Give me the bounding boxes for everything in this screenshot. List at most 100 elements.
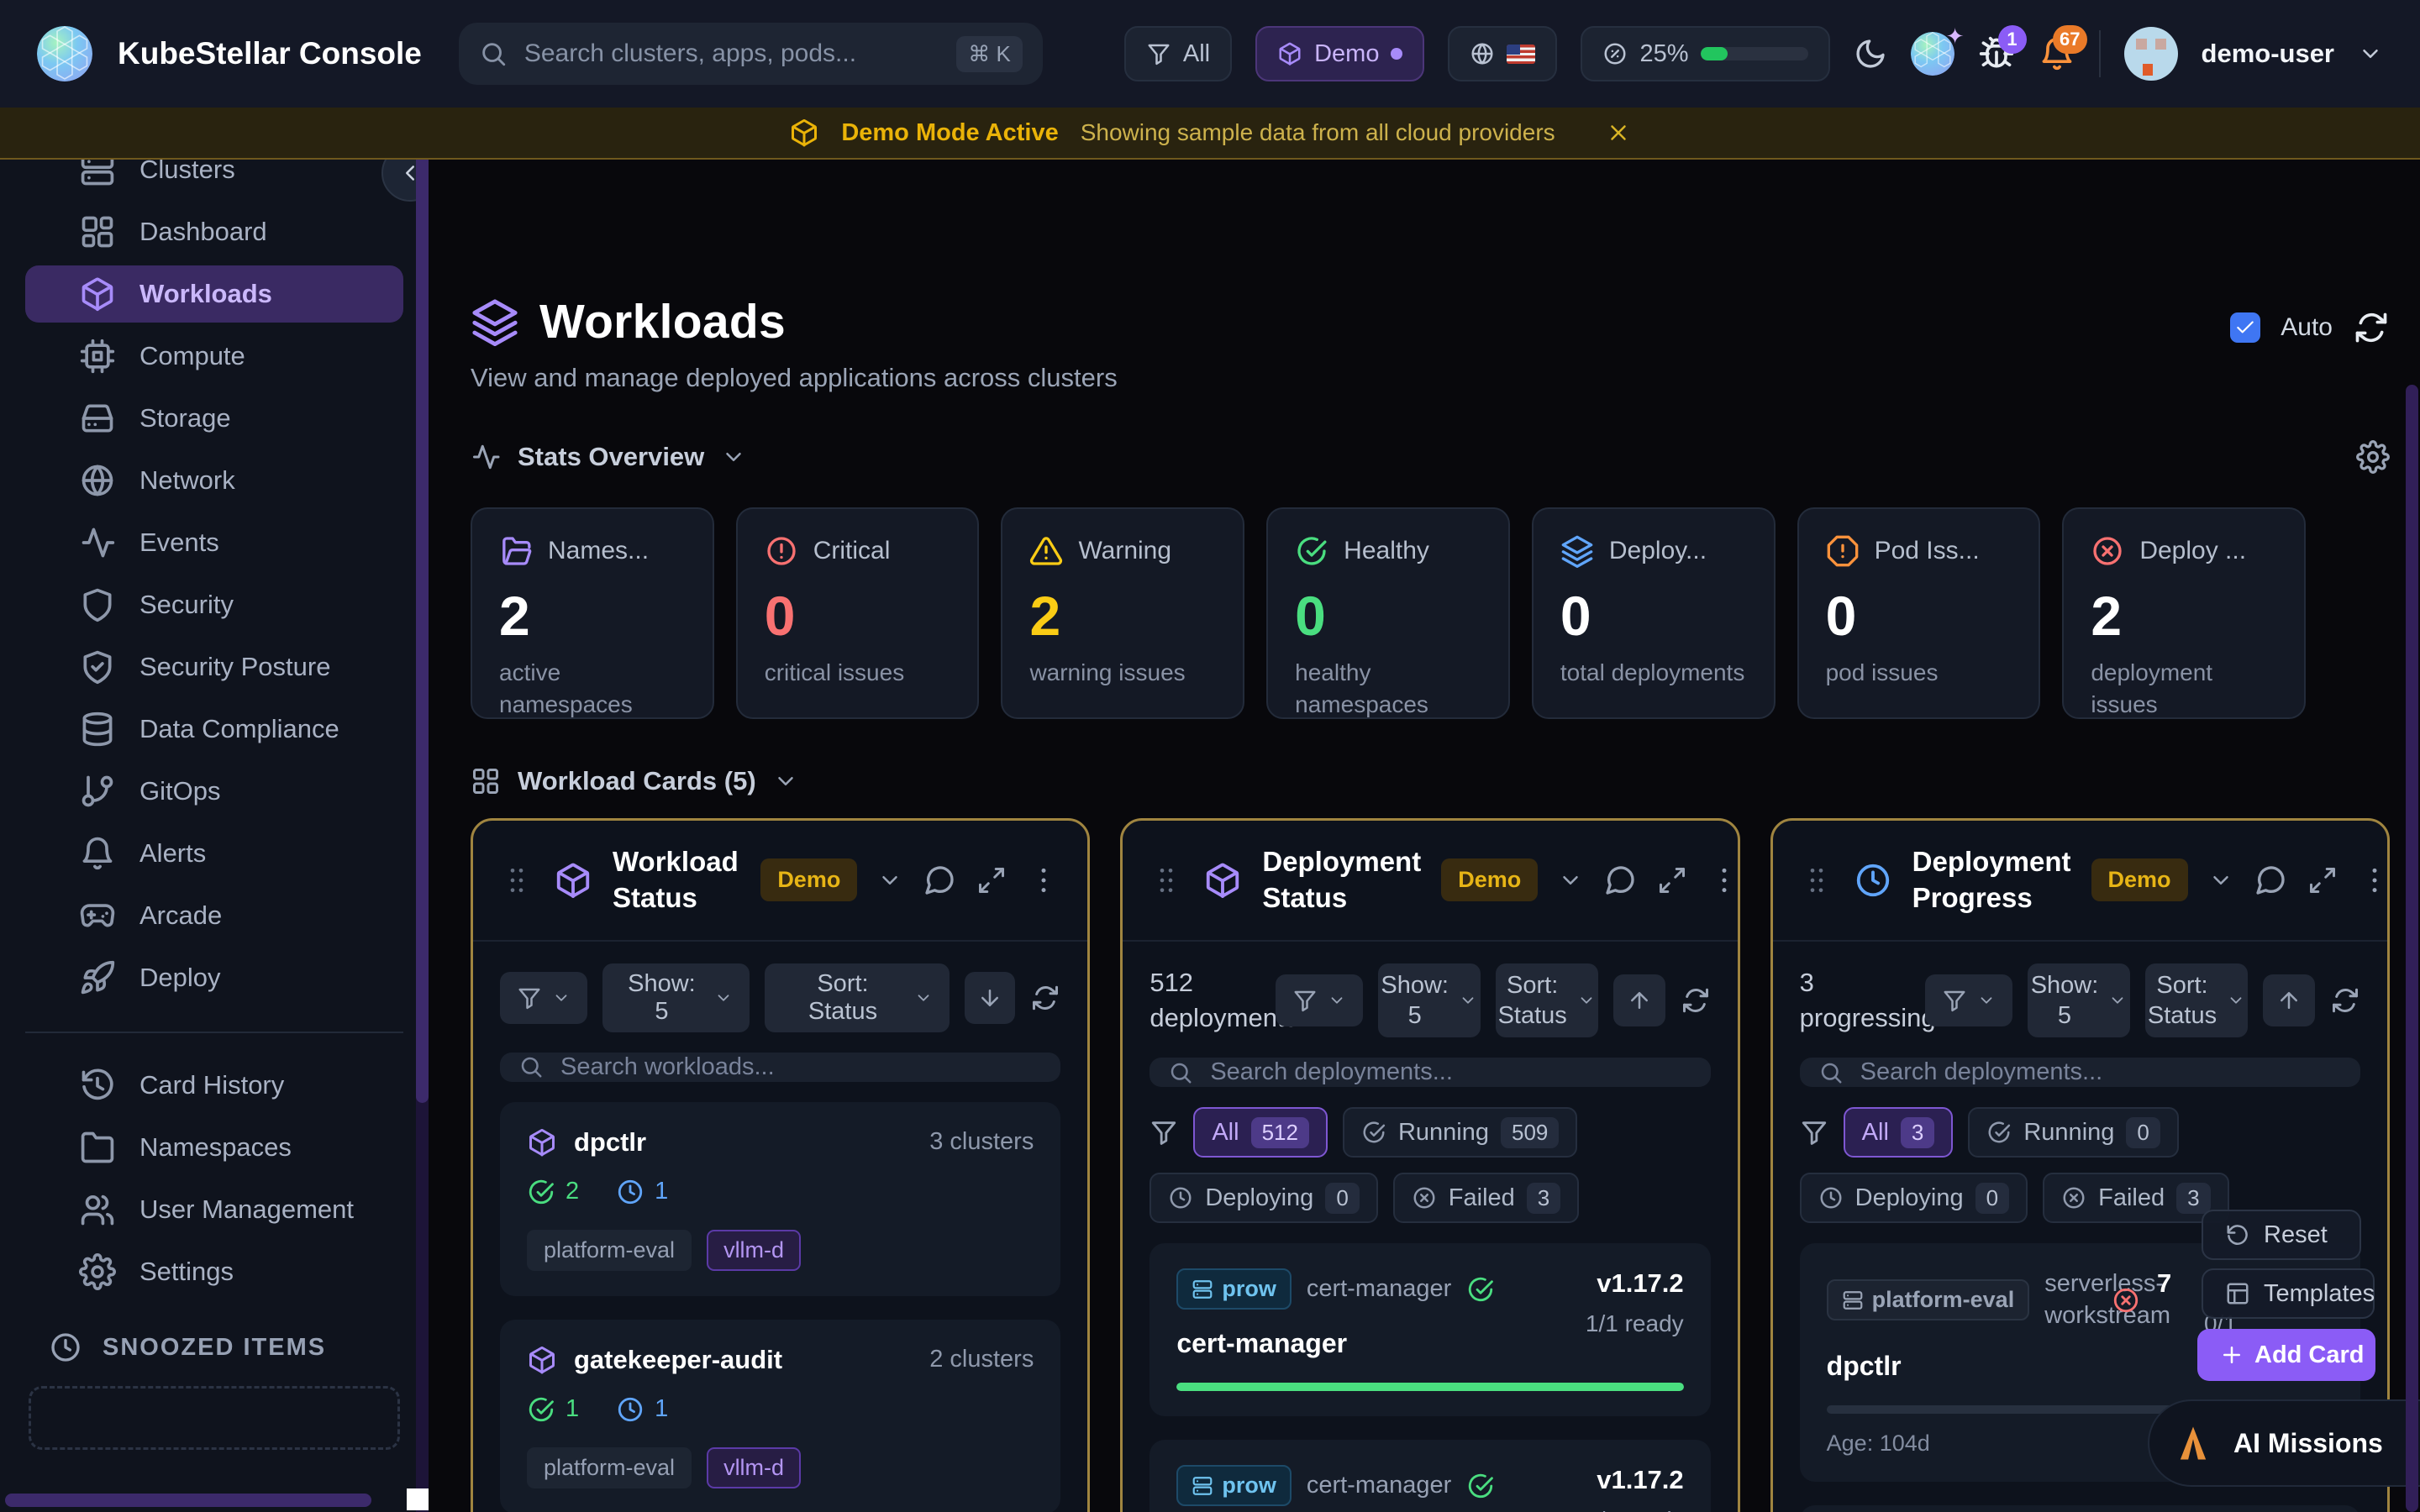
more-options-icon[interactable] xyxy=(1027,864,1060,897)
sidebar-item-arcade[interactable]: Arcade xyxy=(25,887,403,944)
notifications-button[interactable]: 67 xyxy=(2039,35,2075,72)
comment-icon[interactable] xyxy=(2254,864,2287,897)
sidebar-item-user-management[interactable]: User Management xyxy=(25,1181,403,1238)
progress-item-gatekeeper-audit[interactable]: vllm-d gatekeeper-system gatekeeper-audi… xyxy=(1800,1505,2360,1512)
drag-handle-icon[interactable] xyxy=(1800,864,1833,897)
sidebar-item-compute[interactable]: Compute xyxy=(25,328,403,385)
sidebar-item-security-posture[interactable]: Security Posture xyxy=(25,638,403,696)
workload-search[interactable] xyxy=(500,1053,1060,1082)
filter-all-button[interactable]: All xyxy=(1124,26,1232,81)
language-button[interactable] xyxy=(1448,26,1557,81)
sidebar-item-card-history[interactable]: Card History xyxy=(25,1057,403,1114)
sidebar-item-events[interactable]: Events xyxy=(25,514,403,571)
show-select[interactable]: Show: 5 xyxy=(2028,963,2130,1038)
stats-overview-toggle[interactable]: Stats Overview xyxy=(471,440,2390,474)
zoom-control[interactable]: 25% xyxy=(1581,26,1829,81)
chip-deploying[interactable]: Deploying0 xyxy=(1800,1173,2028,1223)
snoozed-drop-zone[interactable] xyxy=(29,1386,400,1450)
top-header: KubeStellar Console ⌘ K All Demo 25% xyxy=(0,0,2420,108)
workload-cards-toggle[interactable]: Workload Cards (5) xyxy=(471,766,2390,796)
deployment-search-input[interactable] xyxy=(1208,1058,1691,1087)
user-menu-chevron-icon[interactable] xyxy=(2358,41,2383,66)
demo-mode-button[interactable]: Demo xyxy=(1255,26,1424,81)
more-options-icon[interactable] xyxy=(2358,864,2390,897)
drag-handle-icon[interactable] xyxy=(1150,864,1183,897)
debug-bug-button[interactable]: 1 xyxy=(1978,35,2015,72)
expand-icon[interactable] xyxy=(976,865,1007,895)
chevron-down-icon[interactable] xyxy=(877,868,902,893)
sidebar-item-network[interactable]: Network xyxy=(25,452,403,509)
templates-button[interactable]: Templates xyxy=(2202,1268,2375,1319)
zoom-slider[interactable] xyxy=(1701,47,1808,60)
refresh-icon[interactable] xyxy=(2330,985,2360,1016)
sidebar-item-gitops[interactable]: GitOps xyxy=(25,763,403,820)
sidebar-item-dashboard[interactable]: Dashboard xyxy=(25,203,403,260)
chevron-down-icon xyxy=(552,989,571,1007)
dark-mode-moon-icon[interactable] xyxy=(1854,37,1887,71)
sort-direction-button[interactable] xyxy=(965,972,1015,1024)
ai-missions-button[interactable]: AI Missions xyxy=(2148,1399,2420,1487)
deployment-search-input[interactable] xyxy=(1859,1058,2342,1087)
sidebar-item-storage[interactable]: Storage xyxy=(25,390,403,447)
sidebar-item-workloads[interactable]: Workloads xyxy=(25,265,403,323)
sort-direction-button[interactable] xyxy=(2263,974,2315,1026)
global-search[interactable]: ⌘ K xyxy=(459,23,1043,85)
chip-failed[interactable]: Failed3 xyxy=(2043,1173,2228,1223)
banner-close-icon[interactable] xyxy=(1606,120,1631,145)
drag-handle-icon[interactable] xyxy=(500,864,534,897)
deployment-item-cainjector[interactable]: prow cert-manager cert-manager-cainjecto… xyxy=(1150,1440,1710,1512)
chip-all[interactable]: All3 xyxy=(1844,1107,1954,1158)
sidebar-item-alerts[interactable]: Alerts xyxy=(25,825,403,882)
chevron-down-icon[interactable] xyxy=(1558,868,1583,893)
reset-button[interactable]: Reset xyxy=(2202,1210,2361,1260)
sidebar-item-data-compliance[interactable]: Data Compliance xyxy=(25,701,403,758)
cube-icon xyxy=(527,1127,557,1158)
sidebar-item-settings[interactable]: Settings xyxy=(25,1243,403,1300)
refresh-icon[interactable] xyxy=(2353,309,2390,346)
sidebar-item-security[interactable]: Security xyxy=(25,576,403,633)
chip-all[interactable]: All512 xyxy=(1193,1107,1328,1158)
tag-platform-eval: platform-eval xyxy=(527,1447,692,1488)
deployment-search[interactable] xyxy=(1150,1058,1710,1087)
global-search-input[interactable] xyxy=(523,39,941,69)
show-select[interactable]: Show: 5 xyxy=(1378,963,1481,1038)
chip-deploying[interactable]: Deploying0 xyxy=(1150,1173,1377,1223)
workload-search-input[interactable] xyxy=(559,1053,1042,1082)
sidebar-scrollbar-thumb[interactable] xyxy=(416,108,429,1103)
auto-refresh-checkbox[interactable] xyxy=(2230,312,2260,343)
filter-button[interactable] xyxy=(1276,974,1363,1026)
sidebar-item-namespaces[interactable]: Namespaces xyxy=(25,1119,403,1176)
comment-icon[interactable] xyxy=(1603,864,1637,897)
workload-item-gatekeeper-audit[interactable]: gatekeeper-audit 2 clusters 1 1 platform… xyxy=(500,1320,1060,1512)
refresh-icon[interactable] xyxy=(1030,983,1060,1013)
bell-icon xyxy=(79,835,116,872)
filter-button[interactable] xyxy=(1925,974,2012,1026)
deployment-item-cert-manager[interactable]: prow cert-manager cert-manager v1.17.2 1… xyxy=(1150,1243,1710,1416)
deployment-search[interactable] xyxy=(1800,1058,2360,1087)
chevron-down-icon xyxy=(1328,991,1346,1010)
hex-avatar-button[interactable]: ✦ xyxy=(1911,32,1954,76)
sidebar-item-deploy[interactable]: Deploy xyxy=(25,949,403,1006)
user-avatar[interactable] xyxy=(2124,27,2178,81)
add-card-button[interactable]: Add Card xyxy=(2197,1329,2375,1381)
expand-icon[interactable] xyxy=(2307,865,2338,895)
stats-settings-gear-icon[interactable] xyxy=(2356,440,2390,474)
sort-direction-button[interactable] xyxy=(1613,974,1665,1026)
chip-running[interactable]: Running509 xyxy=(1343,1107,1577,1158)
refresh-icon[interactable] xyxy=(1681,985,1711,1016)
comment-icon[interactable] xyxy=(923,864,956,897)
sidebar-horizontal-scrollbar[interactable] xyxy=(5,1494,371,1507)
workload-item-dpctlr[interactable]: dpctlr 3 clusters 2 1 platform-eval vllm… xyxy=(500,1102,1060,1296)
deployment-name: dpctlr xyxy=(1827,1351,2140,1382)
more-options-icon[interactable] xyxy=(1707,864,1739,897)
page-scrollbar[interactable] xyxy=(2406,385,2418,1512)
expand-icon[interactable] xyxy=(1657,865,1687,895)
show-select[interactable]: Show: 5 xyxy=(602,963,750,1032)
chip-failed[interactable]: Failed3 xyxy=(1393,1173,1579,1223)
sort-select[interactable]: Sort: Status xyxy=(2145,963,2248,1038)
sort-select[interactable]: Sort: Status xyxy=(1496,963,1598,1038)
chevron-down-icon[interactable] xyxy=(2208,868,2233,893)
filter-button[interactable] xyxy=(500,972,587,1024)
sort-select[interactable]: Sort: Status xyxy=(765,963,950,1032)
chip-running[interactable]: Running0 xyxy=(1968,1107,2179,1158)
